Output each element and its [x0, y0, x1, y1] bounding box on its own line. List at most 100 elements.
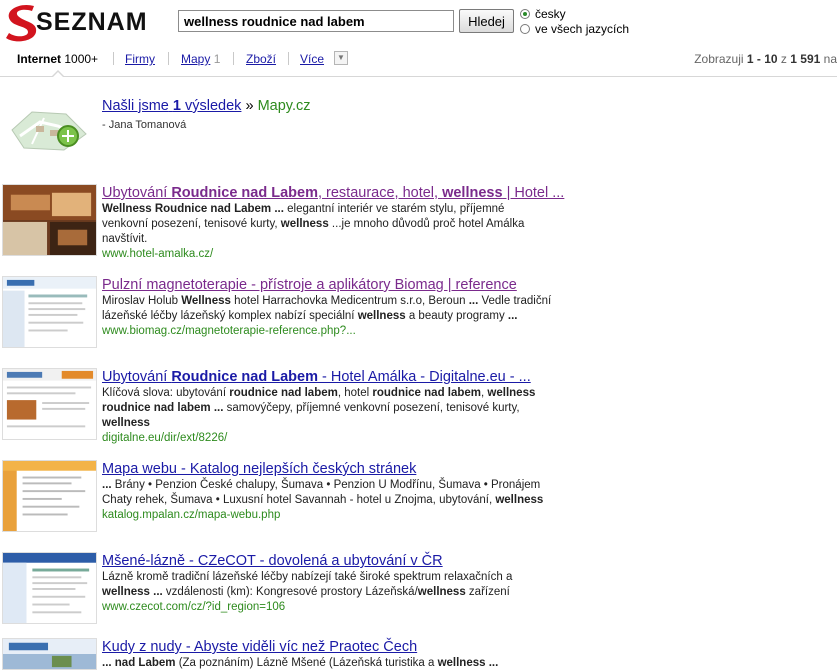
- highlight-text: wellness: [102, 417, 150, 429]
- highlight-text: wellness: [357, 310, 406, 322]
- tab-firmy-link[interactable]: Firmy: [125, 52, 155, 66]
- result-url[interactable]: digitalne.eu/dir/ext/8226/: [102, 431, 552, 446]
- results-info-prefix: Zobrazuji: [694, 52, 744, 66]
- highlight-text: ...: [102, 479, 112, 491]
- result-title[interactable]: Ubytování Roudnice nad Labem, restaurace…: [102, 184, 564, 202]
- tab-indicator-inner: [52, 72, 64, 78]
- text-segment: | Hotel ...: [502, 185, 565, 201]
- result-5: Mšené-lázně - CZeCOT - dovolená a ubytov…: [102, 552, 552, 615]
- highlight-text: wellness: [495, 494, 544, 506]
- tab-vice-link[interactable]: Více: [300, 52, 324, 66]
- result-link[interactable]: Ubytování Roudnice nad Labem, restaurace…: [102, 185, 564, 201]
- text-segment: Klíčová slova: ubytování: [102, 387, 230, 399]
- highlight-text: wellness ...: [102, 586, 163, 598]
- result-title[interactable]: Ubytování Roudnice nad Labem - Hotel Amá…: [102, 368, 552, 386]
- lang-option-cz[interactable]: česky: [520, 7, 566, 21]
- results-info-range: 1 - 10: [746, 52, 778, 66]
- result-snippet: Klíčová slova: ubytování roudnice nad la…: [102, 386, 552, 431]
- text-segment: Lázně kromě tradiční lázeňské léčby nabí…: [102, 571, 513, 583]
- result-title[interactable]: Kudy z nudy - Abyste viděli víc než Prao…: [102, 638, 552, 656]
- result-3: Ubytování Roudnice nad Labem - Hotel Amá…: [102, 368, 552, 446]
- result-title[interactable]: Pulzní magnetoterapie - přístroje a apli…: [102, 276, 552, 294]
- tab-mapy[interactable]: Mapy 1: [181, 52, 220, 66]
- text-segment: Brány • Penzion České chalupy, Šumava • …: [102, 479, 541, 506]
- maps-found-word: výsledek: [185, 98, 242, 114]
- text-segment: Ubytování: [102, 369, 172, 385]
- maps-found-count: 1: [172, 98, 181, 114]
- text-segment: zařízení: [465, 586, 510, 598]
- text-segment: , restaurace, hotel,: [317, 185, 443, 201]
- seznam-logo[interactable]: SEZNAM: [2, 0, 172, 46]
- result-url[interactable]: katalog.mpalan.cz/mapa-webu.php: [102, 508, 552, 523]
- highlight-text: wellness: [280, 218, 329, 230]
- tab-mapy-count: 1: [213, 52, 221, 66]
- result-snippet: ... Brány • Penzion České chalupy, Šumav…: [102, 478, 552, 508]
- result-thumbnail-3[interactable]: [2, 368, 97, 440]
- search-input[interactable]: [178, 10, 454, 32]
- maps-result-link[interactable]: Našli jsme 1 výsledek: [102, 98, 241, 114]
- nav-divider: [233, 52, 234, 65]
- tab-vice[interactable]: Více: [300, 52, 324, 66]
- radio-icon-unchecked[interactable]: [520, 24, 530, 34]
- result-url[interactable]: www.biomag.cz/magnetoterapie-reference.p…: [102, 324, 552, 339]
- result-thumbnail-2[interactable]: [2, 276, 97, 348]
- search-button[interactable]: Hledej: [459, 9, 514, 33]
- results-info-total: 1 591: [790, 52, 821, 66]
- result-snippet: Wellness Roudnice nad Labem ... elegantn…: [102, 202, 552, 247]
- result-snippet: Miroslav Holub Wellness hotel Harrachovk…: [102, 294, 552, 324]
- result-title[interactable]: Mapa webu - Katalog nejlepších českých s…: [102, 460, 552, 478]
- highlight-text: Wellness Roudnice nad Labem ...: [102, 203, 284, 215]
- tab-firmy[interactable]: Firmy: [125, 52, 155, 66]
- maps-author: - Jana Tomanová: [102, 119, 187, 131]
- tab-internet-count: 1000+: [64, 52, 99, 66]
- lang-option-all[interactable]: ve všech jazycích: [520, 22, 629, 36]
- text-segment: samovýčepy, příjemné venkovní posezení, …: [223, 402, 520, 414]
- highlight-text: ...: [468, 295, 479, 307]
- radio-icon-checked[interactable]: [520, 9, 530, 19]
- tab-internet-label: Internet: [17, 52, 62, 66]
- chevron-down-icon[interactable]: ▼: [334, 51, 348, 65]
- lang-option-cz-label: česky: [535, 7, 566, 21]
- result-1: Ubytování Roudnice nad Labem, restaurace…: [102, 184, 564, 262]
- maps-separator: »: [245, 98, 254, 114]
- lang-option-all-label: ve všech jazycích: [535, 22, 630, 36]
- result-6: Kudy z nudy - Abyste viděli víc než Prao…: [102, 638, 552, 671]
- highlight-text: wellness: [417, 586, 466, 598]
- highlight-text: roudnice nad labem: [372, 387, 482, 399]
- text-segment: Kudy z nudy - Abyste viděli víc než Prao…: [102, 639, 418, 655]
- text-segment: , hotel: [337, 387, 373, 399]
- highlight-text: Wellness: [181, 295, 231, 307]
- text-segment: Ubytování: [102, 185, 172, 201]
- result-url[interactable]: www.czecot.com/cz/?id_region=106: [102, 600, 552, 615]
- result-link[interactable]: Ubytování Roudnice nad Labem - Hotel Amá…: [102, 369, 531, 385]
- highlight-text: Roudnice nad Labem: [171, 185, 318, 201]
- result-thumbnail-5[interactable]: [2, 552, 97, 624]
- tab-internet[interactable]: Internet 1000+: [17, 52, 98, 66]
- result-url[interactable]: www.hotel-amalka.cz/: [102, 247, 552, 262]
- result-link[interactable]: Mapa webu - Katalog nejlepších českých s…: [102, 461, 416, 477]
- logo-text: SEZNAM: [36, 8, 148, 36]
- tab-mapy-link[interactable]: Mapy: [181, 52, 210, 66]
- text-segment: vzdálenosti (km): Kongresové prostory Lá…: [162, 586, 418, 598]
- result-title[interactable]: Mšené-lázně - CZeCOT - dovolená a ubytov…: [102, 552, 552, 570]
- maps-result-title[interactable]: Našli jsme 1 výsledek » Mapy.cz: [102, 98, 311, 114]
- nav-divider: [168, 52, 169, 65]
- text-segment: hotel Harrachovka Medicentrum s.r.o, Ber…: [230, 295, 469, 307]
- tab-zbozi[interactable]: Zboží: [246, 52, 276, 66]
- result-link[interactable]: Kudy z nudy - Abyste viděli víc než Prao…: [102, 639, 417, 655]
- result-link[interactable]: Mšené-lázně - CZeCOT - dovolená a ubytov…: [102, 553, 443, 569]
- highlight-text: wellness: [442, 185, 503, 201]
- highlight-text: Roudnice nad Labem: [171, 369, 318, 385]
- map-thumbnail-icon[interactable]: [10, 100, 88, 152]
- result-link[interactable]: Pulzní magnetoterapie - přístroje a apli…: [102, 277, 517, 293]
- text-segment: (Za poznáním) Lázně Mšené (Lázeňská turi…: [175, 657, 438, 669]
- result-snippet: Lázně kromě tradiční lázeňské léčby nabí…: [102, 570, 552, 600]
- result-thumbnail-4[interactable]: [2, 460, 97, 532]
- result-snippet: ... nad Labem (Za poznáním) Lázně Mšené …: [102, 656, 552, 671]
- tab-zbozi-link[interactable]: Zboží: [246, 52, 276, 66]
- result-thumbnail-1[interactable]: [2, 184, 97, 256]
- result-4: Mapa webu - Katalog nejlepších českých s…: [102, 460, 552, 523]
- result-thumbnail-6[interactable]: [2, 638, 97, 670]
- highlight-text: wellness ...: [437, 657, 499, 669]
- results-info-suffix: na: [823, 52, 837, 66]
